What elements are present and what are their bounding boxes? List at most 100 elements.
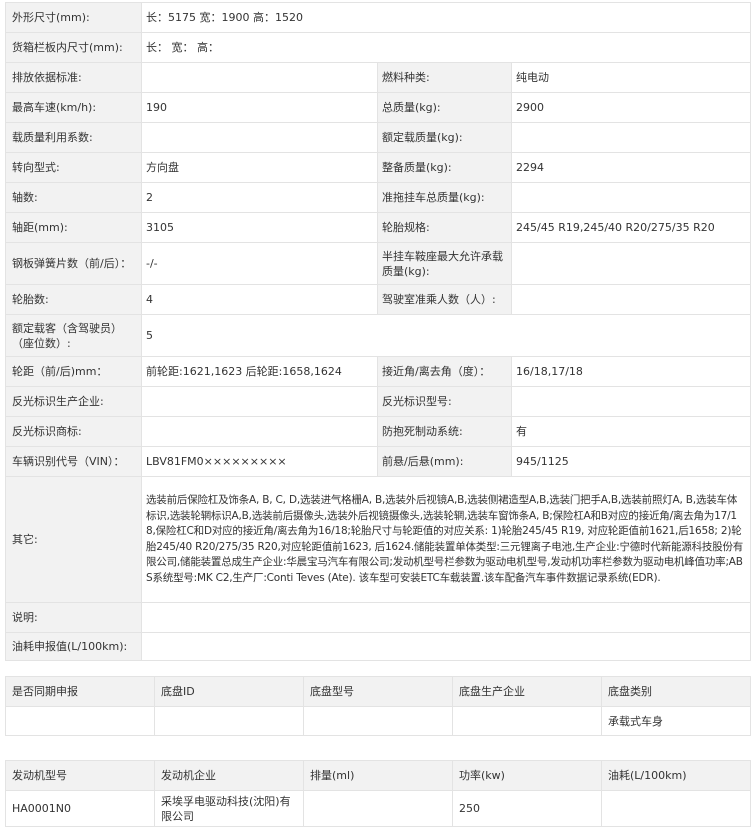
table-row: HA0001N0 采埃孚电驱动科技(沈阳)有限公司 250 [5,790,751,827]
wheelbase-value: 3105 [141,212,378,243]
note-label: 说明: [5,602,142,633]
spec-row-fuel-consumption: 油耗申报值(L/100km): [5,632,751,661]
leaf-springs-value: -/- [141,242,378,285]
dimensions-value: 长：5175 宽：1900 高：1520 [141,2,751,33]
chassis-header: 底盘型号 [303,676,453,707]
reflector-maker-value [141,386,378,417]
load-utilization-label: 载质量利用系数: [5,122,142,153]
spec-row: 轮距（前/后)mm： 前轮距:1621,1623 后轮距:1658,1624 接… [5,356,751,387]
total-mass-value: 2900 [511,92,751,123]
spec-row: 车辆识别代号（VIN）： LBV81FM0××××××××× 前悬/后悬(mm)… [5,446,751,477]
engine-header: 发动机企业 [154,760,304,791]
tire-spec-value: 245/45 R19,245/40 R20/275/35 R20 [511,212,751,243]
spec-row: 轴数: 2 准拖挂车总质量(kg): [5,182,751,213]
chassis-cell [452,706,602,736]
spec-row-dimensions: 外形尺寸(mm): 长：5175 宽：1900 高：1520 [5,2,751,33]
saddle-load-label: 半挂车鞍座最大允许承载质量(kg): [377,242,512,285]
chassis-cell [5,706,155,736]
fuel-consumption-label: 油耗申报值(L/100km): [5,632,142,661]
steering-value: 方向盘 [141,152,378,183]
spec-row-cargo-dimensions: 货箱栏板内尺寸(mm): 长： 宽： 高： [5,32,751,63]
chassis-header: 底盘生产企业 [452,676,602,707]
table-row: 承载式车身 [5,706,751,736]
other-label: 其它: [5,476,142,603]
vin-label: 车辆识别代号（VIN）： [5,446,142,477]
engine-header: 油耗(L/100km) [601,760,751,791]
engine-header: 功率(kw) [452,760,602,791]
chassis-header: 是否同期申报 [5,676,155,707]
chassis-header-row: 是否同期申报 底盘ID 底盘型号 底盘生产企业 底盘类别 [5,676,751,707]
curb-weight-value: 2294 [511,152,751,183]
reflector-model-label: 反光标识型号: [377,386,512,417]
spec-row: 反光标识商标: 防抱死制动系统: 有 [5,416,751,447]
fuel-type-label: 燃料种类: [377,62,512,93]
cab-passengers-value [511,284,751,315]
cargo-dimensions-label: 货箱栏板内尺寸(mm): [5,32,142,63]
abs-value: 有 [511,416,751,447]
chassis-cell [154,706,304,736]
chassis-table: 是否同期申报 底盘ID 底盘型号 底盘生产企业 底盘类别 承载式车身 [5,676,751,736]
rated-load-label: 额定载质量(kg): [377,122,512,153]
wheelbase-label: 轴距(mm): [5,212,142,243]
engine-header: 发动机型号 [5,760,155,791]
engine-cell: 250 [452,790,602,827]
rated-passengers-value: 5 [141,314,751,357]
other-value: 选装前后保险杠及饰条A, B, C, D,选装进气格栅A, B,选装外后视镜A,… [141,476,751,603]
cargo-dimensions-value: 长： 宽： 高： [141,32,751,63]
engine-cell [601,790,751,827]
reflector-model-value [511,386,751,417]
approach-departure-label: 接近角/离去角（度）： [377,356,512,387]
engine-table: 发动机型号 发动机企业 排量(ml) 功率(kw) 油耗(L/100km) HA… [5,760,751,827]
track-value: 前轮距:1621,1623 后轮距:1658,1624 [141,356,378,387]
spec-row: 转向型式: 方向盘 整备质量(kg): 2294 [5,152,751,183]
load-utilization-value [141,122,378,153]
reflector-brand-value [141,416,378,447]
reflector-brand-label: 反光标识商标: [5,416,142,447]
chassis-cell: 承载式车身 [601,706,751,736]
trailer-mass-value [511,182,751,213]
spec-row: 排放依据标准: 燃料种类: 纯电动 [5,62,751,93]
abs-label: 防抱死制动系统: [377,416,512,447]
leaf-springs-label: 钢板弹簧片数（前/后）： [5,242,142,285]
spec-row: 载质量利用系数: 额定载质量(kg): [5,122,751,153]
tire-spec-label: 轮胎规格: [377,212,512,243]
tire-count-label: 轮胎数: [5,284,142,315]
total-mass-label: 总质量(kg): [377,92,512,123]
trailer-mass-label: 准拖挂车总质量(kg): [377,182,512,213]
chassis-cell [303,706,453,736]
cab-passengers-label: 驾驶室准乘人数（人）: [377,284,512,315]
dimensions-label: 外形尺寸(mm): [5,2,142,33]
note-value [141,602,751,633]
engine-cell [303,790,453,827]
fuel-type-value: 纯电动 [511,62,751,93]
spec-row: 钢板弹簧片数（前/后）： -/- 半挂车鞍座最大允许承载质量(kg): [5,242,751,285]
emission-standard-value [141,62,378,93]
vehicle-spec-table: 外形尺寸(mm): 长：5175 宽：1900 高：1520 货箱栏板内尺寸(m… [5,2,751,661]
steering-label: 转向型式: [5,152,142,183]
curb-weight-label: 整备质量(kg): [377,152,512,183]
fuel-consumption-value [141,632,751,661]
track-label: 轮距（前/后)mm： [5,356,142,387]
engine-cell: 采埃孚电驱动科技(沈阳)有限公司 [154,790,304,827]
spec-row-other: 其它: 选装前后保险杠及饰条A, B, C, D,选装进气格栅A, B,选装外后… [5,476,751,603]
tire-count-value: 4 [141,284,378,315]
chassis-header: 底盘ID [154,676,304,707]
spec-row: 轮胎数: 4 驾驶室准乘人数（人）: [5,284,751,315]
spec-row: 反光标识生产企业: 反光标识型号: [5,386,751,417]
engine-header: 排量(ml) [303,760,453,791]
rated-passengers-label: 额定载客（含驾驶员）（座位数）: [5,314,142,357]
max-speed-value: 190 [141,92,378,123]
overhang-value: 945/1125 [511,446,751,477]
spec-row: 额定载客（含驾驶员）（座位数）: 5 [5,314,751,357]
approach-departure-value: 16/18,17/18 [511,356,751,387]
chassis-header: 底盘类别 [601,676,751,707]
spec-row: 轴距(mm): 3105 轮胎规格: 245/45 R19,245/40 R20… [5,212,751,243]
max-speed-label: 最高车速(km/h): [5,92,142,123]
spec-row: 最高车速(km/h): 190 总质量(kg): 2900 [5,92,751,123]
axles-label: 轴数: [5,182,142,213]
saddle-load-value [511,242,751,285]
spec-row-note: 说明: [5,602,751,633]
engine-cell: HA0001N0 [5,790,155,827]
overhang-label: 前悬/后悬(mm): [377,446,512,477]
engine-header-row: 发动机型号 发动机企业 排量(ml) 功率(kw) 油耗(L/100km) [5,760,751,791]
